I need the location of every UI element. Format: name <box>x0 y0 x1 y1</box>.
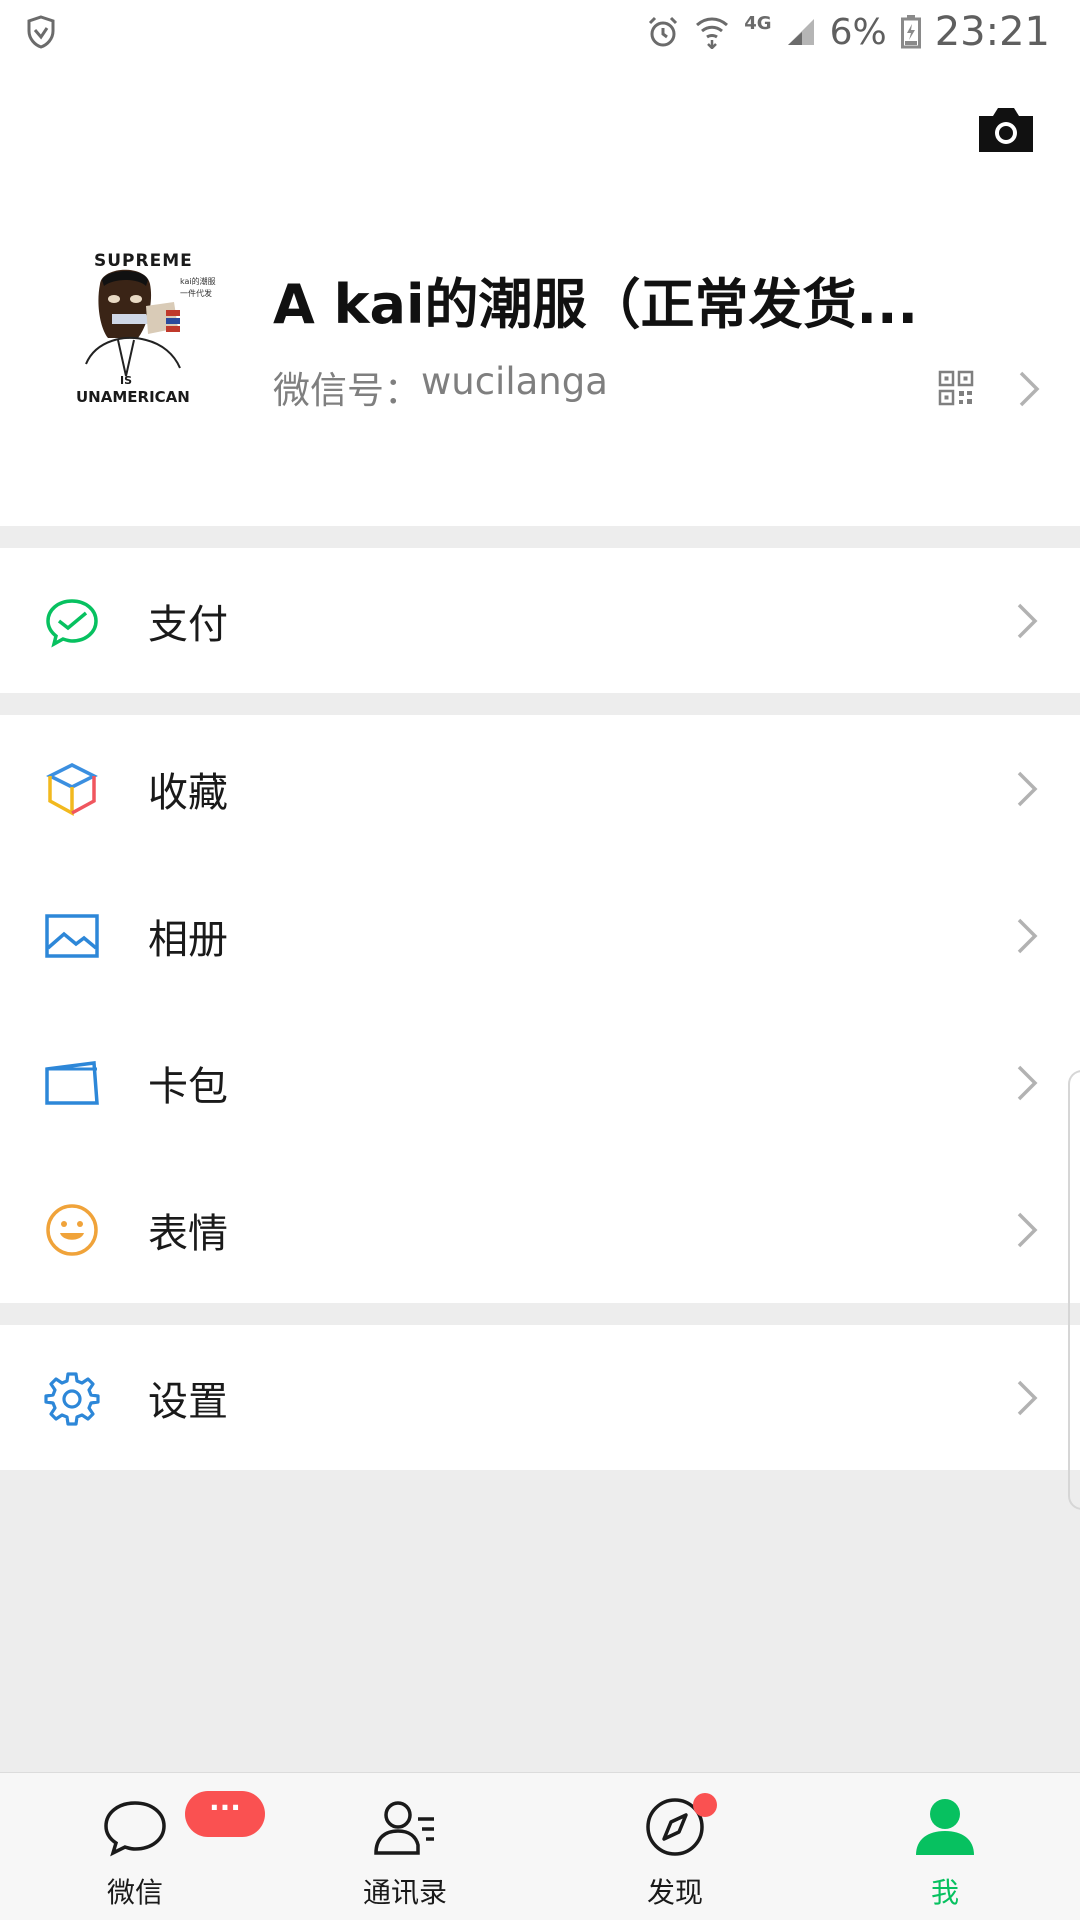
smiley-icon <box>46 1203 98 1256</box>
signal-icon <box>787 19 814 45</box>
menu-item-stickers[interactable]: 表情 <box>0 1156 1080 1303</box>
chevron-right-icon <box>1017 1065 1038 1100</box>
menu-label-cards: 卡包 <box>148 1063 228 1110</box>
tab-me[interactable]: 我 <box>810 1773 1080 1920</box>
menu-item-favorites[interactable]: 收藏 <box>0 715 1080 862</box>
chevron-right-icon <box>1017 1380 1038 1415</box>
avatar-text-side1: kai的潮服 <box>180 276 216 286</box>
camera-icon[interactable] <box>975 102 1037 158</box>
picture-icon <box>45 913 99 958</box>
tab-label-discover: 发现 <box>646 1876 703 1909</box>
person-icon <box>916 1799 974 1855</box>
tab-label-chats: 微信 <box>106 1876 163 1909</box>
chevron-right-icon <box>1017 1212 1038 1247</box>
qr-code-icon[interactable] <box>938 370 974 406</box>
menu-item-cards[interactable]: 卡包 <box>0 1009 1080 1156</box>
chevron-right-icon <box>1017 771 1038 806</box>
avatar-text-bottom: UNAMERICAN <box>76 388 190 406</box>
menu-label-pay: 支付 <box>148 601 228 648</box>
chevron-right-icon <box>1017 603 1038 638</box>
menu-label-favorites: 收藏 <box>148 769 228 816</box>
chat-bubble-icon <box>104 1801 166 1857</box>
settings-section: 设置 <box>0 1325 1080 1470</box>
tab-chats[interactable]: ··· 微信 <box>0 1773 270 1920</box>
wechat-id-label: 微信号： <box>273 369 421 412</box>
tab-contacts[interactable]: 通讯录 <box>270 1773 540 1920</box>
pay-icon <box>46 598 98 647</box>
profile-name: A kai的潮服（正常发货... <box>273 273 913 336</box>
gear-icon <box>44 1371 100 1426</box>
avatar-text-top: SUPREME <box>94 251 193 271</box>
chevron-right-icon <box>1017 918 1038 953</box>
me-screen: 4G 6% 23:21 SUPREME kai的潮服 一件代发 IS UNAME… <box>0 0 1080 1920</box>
chevron-right-icon <box>1019 371 1040 407</box>
wechat-id: 微信号： wucilanga <box>273 360 608 414</box>
menu-label-stickers: 表情 <box>148 1210 228 1257</box>
contacts-icon <box>374 1801 434 1855</box>
cube-icon <box>46 762 98 816</box>
avatar[interactable]: SUPREME kai的潮服 一件代发 IS UNAMERICAN <box>62 244 232 414</box>
wechat-id-value: wucilanga <box>421 360 608 403</box>
alarm-icon <box>649 16 678 47</box>
menu-item-pay[interactable]: 支付 <box>0 548 1080 693</box>
features-section: 收藏 相册 卡包 表情 <box>0 715 1080 1303</box>
avatar-text-side2: 一件代发 <box>180 288 212 298</box>
bottom-tab-bar: ··· 微信 通讯录 发现 我 <box>0 1772 1080 1920</box>
menu-label-settings: 设置 <box>148 1378 228 1425</box>
battery-icon <box>900 15 921 49</box>
card-wallet-icon <box>45 1060 99 1105</box>
wifi-icon <box>696 17 729 49</box>
menu-item-album[interactable]: 相册 <box>0 862 1080 1009</box>
pay-section: 支付 <box>0 548 1080 693</box>
clock: 23:21 <box>934 9 1050 55</box>
discover-dot-badge <box>693 1793 717 1817</box>
status-bar: 4G 6% 23:21 <box>0 0 1080 64</box>
battery-percent: 6% <box>829 11 887 53</box>
avatar-text-is: IS <box>120 374 132 387</box>
edge-panel-handle[interactable] <box>1068 1070 1080 1510</box>
shield-icon <box>27 15 55 49</box>
tab-discover[interactable]: 发现 <box>540 1773 810 1920</box>
network-type: 4G <box>744 12 772 34</box>
profile-header[interactable]: SUPREME kai的潮服 一件代发 IS UNAMERICAN A kai的… <box>0 64 1080 526</box>
tab-label-me: 我 <box>930 1876 959 1909</box>
menu-label-album: 相册 <box>148 916 228 963</box>
tab-label-contacts: 通讯录 <box>362 1876 447 1909</box>
menu-item-settings[interactable]: 设置 <box>0 1325 1080 1470</box>
unread-badge: ··· <box>185 1791 265 1837</box>
